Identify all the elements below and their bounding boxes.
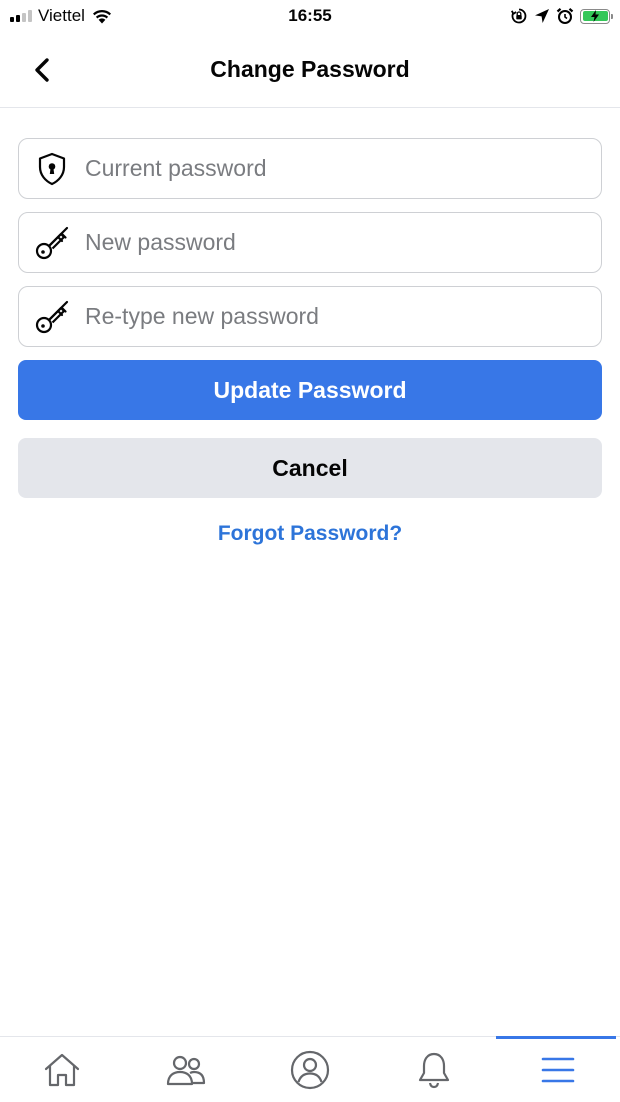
menu-icon xyxy=(541,1057,575,1082)
page-title: Change Password xyxy=(210,56,410,82)
nav-menu[interactable] xyxy=(496,1036,620,1102)
key-icon xyxy=(35,300,69,333)
carrier-name: Viettel xyxy=(38,6,85,25)
current-password-field[interactable] xyxy=(18,138,602,199)
bell-icon xyxy=(418,1052,450,1088)
change-password-form: Update Password Cancel Forgot Password? xyxy=(18,138,602,546)
wifi-icon xyxy=(92,9,111,24)
status-left: Viettel xyxy=(10,6,210,26)
signal-icon xyxy=(10,10,32,22)
status-right xyxy=(510,7,613,25)
update-password-button[interactable]: Update Password xyxy=(18,360,602,420)
status-bar: Viettel 16:55 xyxy=(0,0,620,32)
bottom-nav xyxy=(0,1036,620,1102)
retype-password-field[interactable] xyxy=(18,286,602,347)
battery-charging-icon xyxy=(580,8,613,24)
cancel-button[interactable]: Cancel xyxy=(18,438,602,498)
nav-profile[interactable] xyxy=(248,1037,372,1102)
key-icon xyxy=(35,226,69,259)
nav-friends[interactable] xyxy=(124,1037,248,1102)
retype-password-input[interactable] xyxy=(85,287,601,346)
forgot-password-link[interactable]: Forgot Password? xyxy=(18,522,602,546)
home-icon xyxy=(44,1053,80,1086)
location-icon xyxy=(535,9,549,23)
new-password-field[interactable] xyxy=(18,212,602,273)
friends-icon xyxy=(166,1055,206,1085)
nav-home[interactable] xyxy=(0,1037,124,1102)
header: Change Password xyxy=(0,32,620,108)
nav-notifications[interactable] xyxy=(372,1037,496,1102)
orientation-lock-icon xyxy=(511,8,527,24)
shield-keyhole-icon xyxy=(38,152,66,185)
current-password-input[interactable] xyxy=(85,139,601,198)
change-password-screen: Viettel 16:55 Change Password Update Pas… xyxy=(0,0,620,1102)
new-password-icon-wrap xyxy=(19,212,85,273)
current-password-icon-wrap xyxy=(19,138,85,199)
alarm-icon xyxy=(556,7,574,24)
retype-password-icon-wrap xyxy=(19,286,85,347)
new-password-input[interactable] xyxy=(85,213,601,272)
profile-icon xyxy=(290,1050,330,1089)
